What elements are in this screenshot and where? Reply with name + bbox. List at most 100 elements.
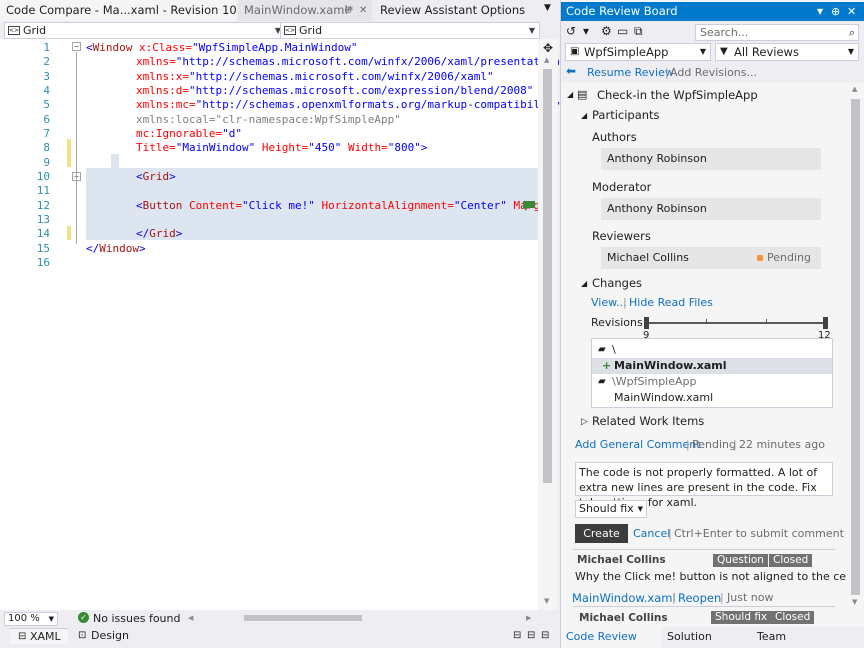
filter-icon: ▼: [720, 46, 728, 57]
code-line: xmlns:x="http://schemas.microsoft.com/wi…: [136, 70, 494, 83]
collapse-pane-icon[interactable]: ⊟: [541, 630, 549, 641]
file-row[interactable]: MainWindow.xaml: [592, 390, 832, 406]
review-filter-combo[interactable]: ▼ All Reviews ▼: [715, 43, 859, 61]
code-editor[interactable]: − − 1 2 3 4 5 6 7 8 9 10 11 12 13 14 15 …: [0, 39, 560, 610]
collapse-triangle-icon[interactable]: ◢: [581, 111, 587, 120]
split-vertical-icon[interactable]: ⊟: [527, 630, 535, 641]
review-filter-value: All Reviews: [734, 45, 799, 59]
window-menu-icon[interactable]: ▼: [817, 2, 823, 21]
review-title: Check-in the WpfSimpleApp: [597, 88, 758, 102]
reopen-link[interactable]: Reopen: [678, 591, 721, 605]
moderator-name: Anthony Robinson: [607, 202, 707, 215]
revisions-label: Revisions:: [591, 316, 647, 329]
pin-icon[interactable]: ⊕: [344, 0, 352, 21]
add-general-comment-link[interactable]: Add General Comment: [575, 438, 701, 451]
tab-design[interactable]: ⊡ Design: [76, 628, 136, 644]
author-entry: Anthony Robinson: [601, 148, 821, 170]
nav-combo-left[interactable]: <> Grid ▼: [4, 22, 286, 39]
nav-combo-right[interactable]: <> Grid ▼: [280, 22, 540, 39]
chevron-down-icon: ▼: [48, 615, 54, 623]
project-combo[interactable]: ▣ WpfSimpleApp ▼: [565, 43, 711, 61]
tab-review-assistant-options[interactable]: Review Assistant Options: [374, 0, 525, 21]
tab-xaml[interactable]: ⊟ XAML: [10, 628, 68, 644]
closed-badge: Closed: [771, 611, 815, 624]
pin-icon[interactable]: ⊕: [831, 2, 840, 21]
refresh-icon[interactable]: ↺: [566, 24, 576, 38]
zoom-combo[interactable]: 100 % ▼: [4, 612, 58, 626]
folder-row[interactable]: ▰ \WpfSimpleApp: [592, 374, 832, 390]
tab-solution-explorer[interactable]: Solution Explorer: [661, 627, 751, 648]
chevron-down-icon: ▼: [847, 47, 854, 56]
line-number: 16: [36, 256, 50, 269]
hide-read-files-link[interactable]: Hide Read Files: [629, 296, 713, 309]
thread-file-link[interactable]: MainWindow.xaml: [572, 591, 676, 605]
resume-review-link[interactable]: Resume Review: [587, 66, 674, 79]
search-placeholder: Search...: [700, 26, 749, 39]
vertical-scrollbar[interactable]: ✥ ▲ ▼: [538, 39, 558, 610]
close-icon[interactable]: ✕: [359, 0, 367, 21]
search-input[interactable]: Search... ⌕: [695, 24, 859, 41]
moderator-label: Moderator: [592, 180, 652, 194]
closed-badge: Closed: [769, 554, 813, 567]
revision-slider-handle-min[interactable]: [644, 317, 649, 329]
collapse-triangle-icon[interactable]: ◢: [581, 279, 587, 288]
line-number: 14: [36, 227, 50, 240]
revision-slider-handle-max[interactable]: [823, 317, 828, 329]
tab-label: Team Explorer: [757, 630, 787, 643]
code-line: xmlns="http://schemas.microsoft.com/winf…: [136, 55, 560, 68]
expand-triangle-icon[interactable]: ▷: [581, 417, 588, 427]
layout-icon[interactable]: ▭: [617, 24, 628, 38]
scroll-down-icon[interactable]: ▼: [544, 597, 549, 605]
revision-slider-track[interactable]: [645, 322, 827, 324]
view-link[interactable]: View...: [591, 296, 627, 309]
dropdown-icon[interactable]: ▾: [583, 24, 589, 38]
scroll-thumb[interactable]: [543, 69, 552, 483]
tab-team-explorer[interactable]: Team Explorer: [751, 627, 831, 648]
comment-icon[interactable]: [522, 200, 536, 212]
tab-review-options-label: Review Assistant Options: [380, 3, 526, 17]
panel-scrollbar[interactable]: ▲ ▼: [847, 82, 864, 610]
tab-code-review-board[interactable]: Code Review Board: [561, 627, 661, 648]
close-icon[interactable]: ✕: [847, 2, 856, 21]
code-line: <Button Content="Click me!" HorizontalAl…: [136, 199, 547, 212]
chevron-down-icon: ▼: [699, 47, 706, 56]
severity-select[interactable]: Should fix ▼: [575, 500, 647, 518]
thread-time: Just now: [727, 591, 774, 604]
scroll-down-icon[interactable]: ▼: [852, 598, 857, 606]
related-work-items-header: Related Work Items: [592, 414, 705, 428]
line-number: 13: [36, 213, 50, 226]
add-revisions-link[interactable]: Add Revisions...: [670, 66, 757, 79]
code-line: xmlns:d="http://schemas.microsoft.com/ex…: [136, 84, 534, 97]
file-row-selected[interactable]: + MainWindow.xaml: [592, 358, 832, 374]
comment-textarea[interactable]: The code is not properly formatted. A lo…: [575, 462, 833, 509]
settings-icon[interactable]: ⚙: [601, 24, 612, 38]
folder-row[interactable]: ▰ \: [592, 342, 832, 358]
create-button[interactable]: Create: [575, 524, 628, 543]
search-icon[interactable]: ⌕: [849, 25, 855, 40]
reviewer-status: Pending: [767, 251, 811, 264]
split-horizontal-icon[interactable]: ⊟: [513, 630, 521, 641]
fold-toggle[interactable]: −: [72, 42, 81, 51]
line-number: 4: [43, 84, 50, 97]
split-icon[interactable]: ✥: [543, 41, 553, 55]
toggle-icon[interactable]: ⧉: [634, 24, 643, 39]
thread-author: Michael Collins: [577, 554, 666, 566]
review-action-bar: ⬅ Resume Review | Add Revisions...: [561, 63, 864, 82]
scroll-left-icon[interactable]: ◀: [188, 614, 193, 622]
indent-marker: [111, 154, 119, 168]
comment-time: 22 minutes ago: [739, 438, 825, 451]
changed-files-tree: ▰ \ + MainWindow.xaml ▰ \WpfSimpleApp Ma…: [591, 338, 833, 408]
scroll-up-icon[interactable]: ▲: [544, 56, 549, 64]
back-arrow-icon[interactable]: ⬅: [566, 64, 576, 78]
horizontal-scroll-thumb[interactable]: [244, 615, 362, 621]
scroll-right-icon[interactable]: ▶: [526, 614, 531, 622]
scroll-up-icon[interactable]: ▲: [852, 85, 857, 93]
scroll-thumb[interactable]: [851, 99, 860, 595]
issues-status: No issues found: [93, 612, 181, 625]
cancel-link[interactable]: Cancel: [633, 527, 670, 540]
collapse-triangle-icon[interactable]: ◢: [567, 90, 573, 99]
tab-mainwindow-xaml[interactable]: MainWindow.xaml* ⊕ ✕: [238, 0, 372, 21]
tab-overflow-icon[interactable]: ▼: [544, 3, 551, 13]
nav-combo-right-value: Grid: [299, 24, 323, 37]
tab-code-compare[interactable]: Code Compare - Ma...xaml - Revision 10: [0, 0, 237, 21]
